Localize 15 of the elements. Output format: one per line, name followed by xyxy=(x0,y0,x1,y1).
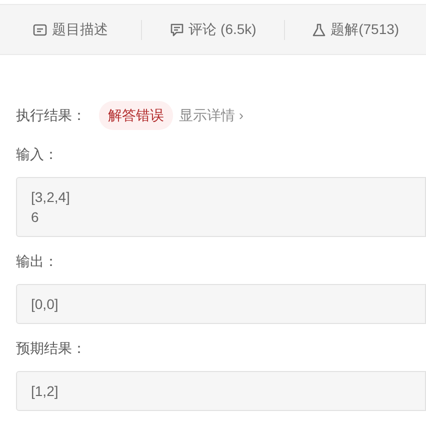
flask-icon xyxy=(312,22,326,36)
section-label: 预期结果： xyxy=(16,339,87,358)
description-icon xyxy=(33,22,48,36)
output-box: [1,2] xyxy=(16,371,426,411)
tab[interactable]: 评论 (6.5k) xyxy=(142,5,284,54)
output-box: [3,2,4] 6 xyxy=(16,177,426,237)
status-badge: 解答错误 xyxy=(99,101,173,130)
tab[interactable]: 题解(7513) xyxy=(284,5,426,54)
comment-icon xyxy=(170,22,184,36)
tab[interactable]: 题目描述 xyxy=(0,5,142,54)
output-box: [0,0] xyxy=(16,284,426,324)
section-label: 输入： xyxy=(16,145,59,164)
result-label: 执行结果： xyxy=(16,106,86,125)
section-label: 输出： xyxy=(16,252,59,271)
show-details-link[interactable]: 显示详情 › xyxy=(179,105,244,126)
